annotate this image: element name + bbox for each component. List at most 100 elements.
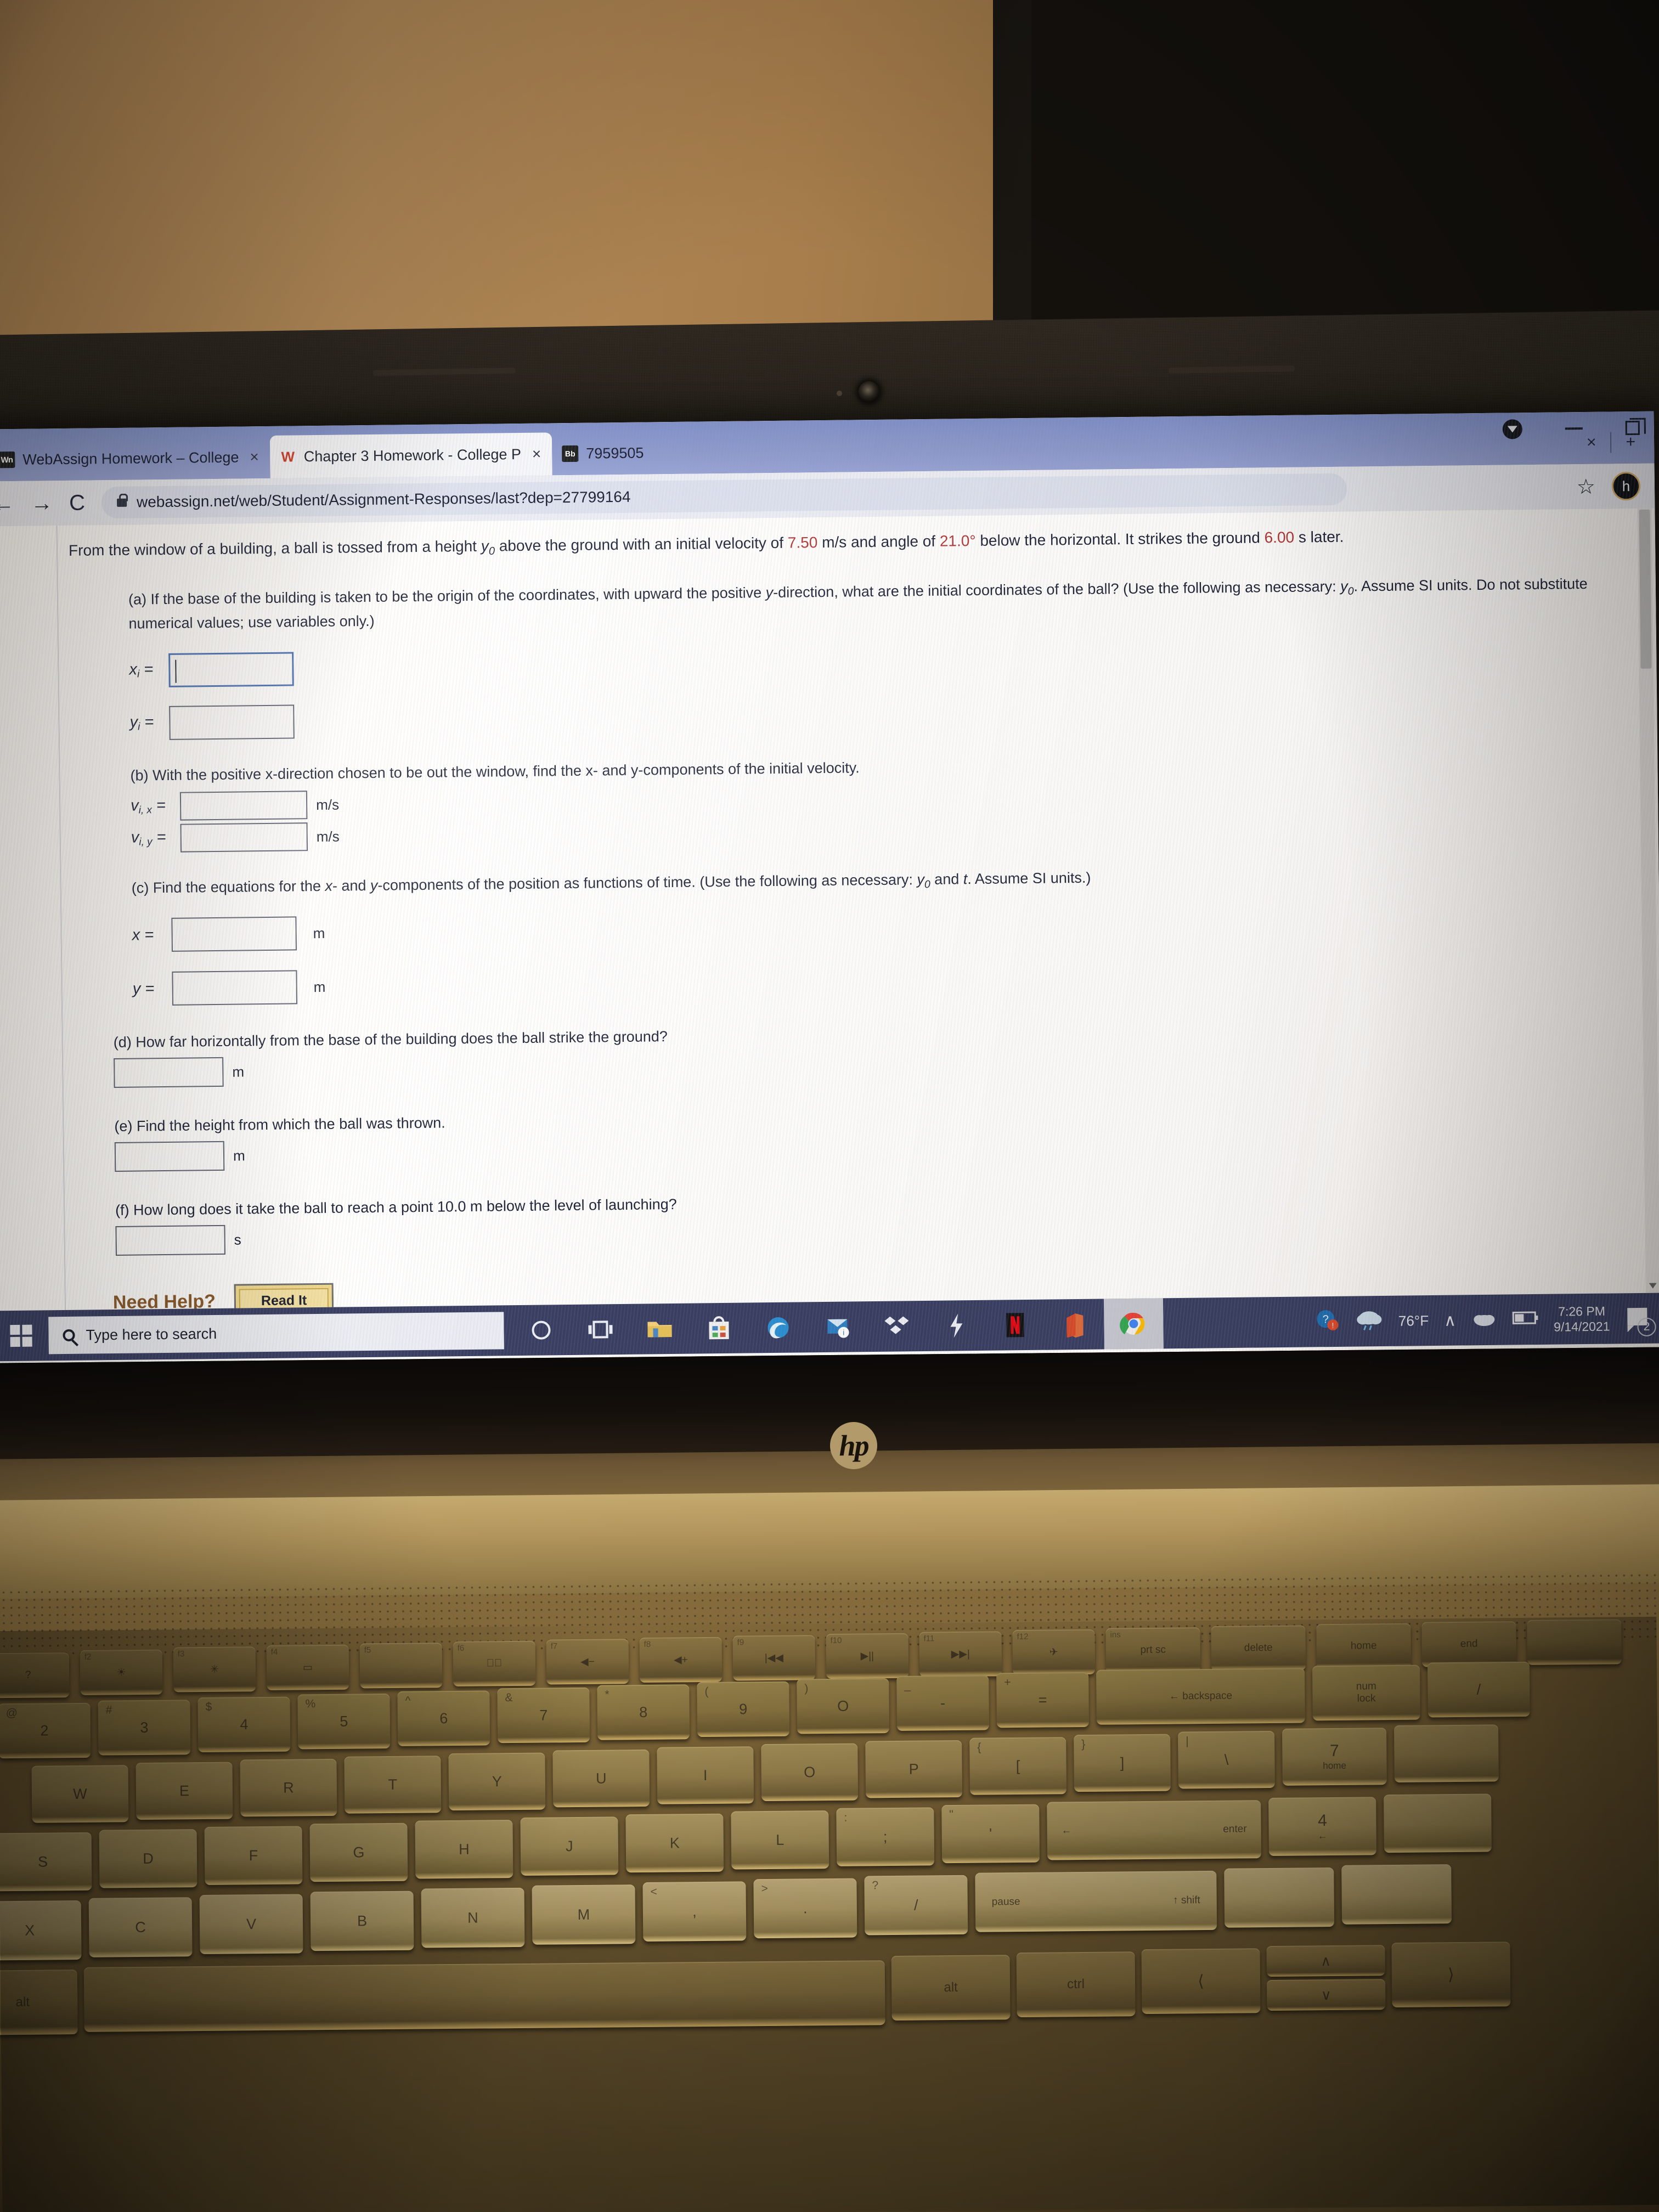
key-2-numpad[interactable] xyxy=(1341,1864,1452,1925)
key-space[interactable] xyxy=(83,1960,885,2032)
key-8[interactable]: * 8 xyxy=(597,1684,690,1740)
key-slash[interactable]: ? / xyxy=(864,1875,968,1936)
avatar[interactable]: h xyxy=(1611,471,1641,501)
key-7[interactable]: & 7 xyxy=(497,1687,590,1743)
key-m[interactable]: M xyxy=(532,1884,636,1945)
key-2[interactable]: @2 xyxy=(0,1702,91,1759)
key-semicolon[interactable]: :; xyxy=(836,1807,935,1866)
key-numlock[interactable]: num lock xyxy=(1312,1664,1420,1721)
spark-icon[interactable] xyxy=(926,1300,986,1351)
key-d[interactable]: D xyxy=(99,1829,198,1888)
key-p[interactable]: P xyxy=(865,1740,963,1798)
key-comma[interactable]: <, xyxy=(642,1881,747,1942)
key-h[interactable]: H xyxy=(415,1820,514,1879)
key-bracket-right[interactable]: }] xyxy=(1074,1734,1171,1792)
key-5-numpad[interactable] xyxy=(1384,1793,1492,1853)
input-viy[interactable] xyxy=(180,822,308,853)
edge-icon[interactable] xyxy=(748,1302,808,1353)
key-f12[interactable]: f12 ✈ xyxy=(1012,1629,1096,1675)
key-4[interactable]: $4 xyxy=(198,1696,291,1753)
key-5[interactable]: % 5 xyxy=(297,1693,391,1750)
notifications-icon[interactable]: 2 xyxy=(1625,1306,1656,1337)
key-minus[interactable]: _ - xyxy=(896,1675,990,1731)
netflix-icon[interactable] xyxy=(985,1300,1045,1351)
close-icon[interactable]: × xyxy=(532,445,541,463)
key-k[interactable]: K xyxy=(625,1813,724,1873)
key-v[interactable]: V xyxy=(199,1894,303,1955)
key-1-numpad[interactable] xyxy=(1224,1867,1335,1928)
key-x[interactable]: X xyxy=(0,1900,82,1961)
key-enter[interactable]: ← enter xyxy=(1047,1800,1262,1860)
key-6[interactable]: ^ 6 xyxy=(397,1690,490,1746)
chevron-up-icon[interactable]: ∧ xyxy=(1444,1311,1456,1330)
key-e[interactable]: E xyxy=(136,1762,233,1820)
input-f[interactable] xyxy=(115,1225,225,1256)
reload-icon[interactable]: C xyxy=(69,491,85,515)
key-b[interactable]: B xyxy=(310,1891,414,1951)
file-explorer-icon[interactable] xyxy=(630,1304,690,1355)
key-f11[interactable]: f11 ▶▶| xyxy=(919,1631,1002,1677)
input-e[interactable] xyxy=(114,1141,225,1172)
start-button[interactable] xyxy=(0,1324,49,1347)
key-equals[interactable]: + = xyxy=(996,1672,1089,1728)
input-yi[interactable] xyxy=(169,704,295,741)
mail-icon[interactable]: i xyxy=(808,1301,867,1352)
key-j[interactable]: J xyxy=(520,1816,619,1876)
key-7-home[interactable]: 7 home xyxy=(1282,1728,1387,1786)
key-f5[interactable]: f5 xyxy=(359,1643,443,1689)
key-f9[interactable]: f9 |◀◀ xyxy=(732,1635,816,1681)
key-3[interactable]: #3 xyxy=(98,1700,191,1756)
key-backspace[interactable]: ← backspace xyxy=(1096,1668,1305,1725)
input-cy[interactable] xyxy=(172,970,298,1006)
key-arrow-down[interactable]: ∨ xyxy=(1267,1979,1386,2011)
input-cx[interactable] xyxy=(171,916,297,952)
key-pgup[interactable] xyxy=(1527,1619,1622,1665)
address-bar[interactable]: webassign.net/web/Student/Assignment-Res… xyxy=(101,473,1347,519)
read-it-button[interactable]: Read It xyxy=(234,1283,334,1311)
task-view-icon[interactable] xyxy=(571,1304,630,1355)
key-arrow-left[interactable]: ⟨ xyxy=(1141,1948,1261,2015)
key-9[interactable]: (9 xyxy=(697,1681,790,1737)
input-vix[interactable] xyxy=(179,791,308,821)
key-r[interactable]: R xyxy=(240,1758,337,1817)
key-f1[interactable]: f1? xyxy=(0,1652,70,1699)
key-prtsc[interactable]: ins prt sc xyxy=(1105,1627,1201,1673)
taskbar-search[interactable]: Type here to search xyxy=(48,1312,504,1355)
key-i[interactable]: I xyxy=(657,1746,754,1804)
key-g[interactable]: G xyxy=(309,1822,408,1882)
maximize-button[interactable] xyxy=(1625,420,1640,436)
minimize-button[interactable] xyxy=(1565,427,1583,430)
office-icon[interactable] xyxy=(1045,1299,1104,1350)
key-f7[interactable]: f7 ◀− xyxy=(546,1639,629,1685)
key-alt-right[interactable]: alt xyxy=(891,1955,1011,2021)
forward-icon[interactable]: → xyxy=(31,491,53,515)
key-period[interactable]: >. xyxy=(753,1878,857,1939)
download-icon[interactable] xyxy=(1502,419,1523,439)
key-l[interactable]: L xyxy=(731,1810,830,1870)
key-c[interactable]: C xyxy=(88,1897,193,1957)
key-arrow-up[interactable]: ∧ xyxy=(1266,1945,1385,1977)
key-0[interactable]: ) O xyxy=(797,1678,890,1734)
key-o[interactable]: O xyxy=(761,1743,859,1802)
key-f4[interactable]: f4 ▭ xyxy=(266,1644,349,1690)
key-shift-right[interactable]: pause ↑ shift xyxy=(975,1870,1217,1932)
microsoft-store-icon[interactable] xyxy=(689,1303,749,1354)
key-f2[interactable]: f2 ☀ xyxy=(80,1649,163,1695)
key-end[interactable]: end xyxy=(1421,1621,1517,1667)
dropbox-icon[interactable] xyxy=(867,1301,927,1352)
key-home[interactable]: home xyxy=(1316,1623,1412,1669)
key-slash-numpad[interactable]: / xyxy=(1427,1661,1530,1718)
key-y[interactable]: Y xyxy=(448,1752,546,1811)
key-f[interactable]: F xyxy=(204,1826,303,1885)
bookmark-star-icon[interactable]: ☆ xyxy=(1577,474,1596,499)
key-alt-left[interactable]: alt xyxy=(0,1969,78,2035)
key-s[interactable]: S xyxy=(0,1832,92,1892)
onedrive-icon[interactable] xyxy=(1471,1309,1497,1330)
key-u[interactable]: U xyxy=(552,1749,650,1808)
key-4-numpad[interactable]: 4 ← xyxy=(1268,1797,1377,1857)
input-d[interactable] xyxy=(114,1057,224,1088)
back-icon[interactable]: ← xyxy=(0,492,14,516)
browser-tab-2[interactable]: Bb 7959505 xyxy=(552,431,655,475)
key-ctrl[interactable]: ctrl xyxy=(1016,1951,1136,2018)
browser-tab-0[interactable]: Wn WebAssign Homework – College × xyxy=(0,436,270,482)
